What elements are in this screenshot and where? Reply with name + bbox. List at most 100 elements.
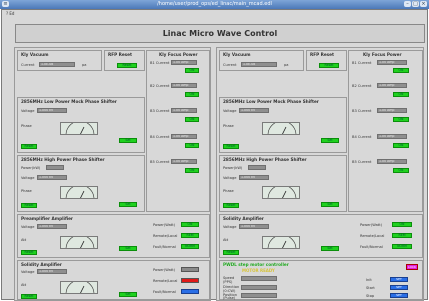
status3-indicator: NORM xyxy=(181,244,199,249)
maximize-icon[interactable]: □ xyxy=(412,1,419,7)
b3-value: 1.00 Amp xyxy=(377,108,407,113)
low-set-button[interactable]: Set xyxy=(321,138,339,143)
current-label: Current xyxy=(223,63,237,67)
init-set-button[interactable]: SET xyxy=(390,277,408,282)
panel-title: RFP Reset xyxy=(108,52,133,57)
b2-label: B2 Current xyxy=(352,84,372,88)
low-phase-shifter-panel: 2856MHz Low Power Mock Phase Shifter Vol… xyxy=(17,97,145,153)
window-title: /home/user/prod_ops/ed_linac/main_mcad.e… xyxy=(157,1,272,7)
status2-label: Remote/Local xyxy=(153,279,178,283)
b4-label: B4 Current xyxy=(352,135,372,139)
voltage-label: Voltage xyxy=(21,225,35,229)
b5-label: B5 Current xyxy=(150,160,170,164)
voltage-label: Voltage xyxy=(223,109,237,113)
att-label: Att xyxy=(223,238,229,242)
pre-reset-button[interactable]: Reset xyxy=(21,250,37,255)
voltage-label: Voltage xyxy=(223,225,237,229)
status2-indicator: REM xyxy=(392,233,412,238)
low-set-button[interactable]: Set xyxy=(119,138,137,143)
gauge-dial-icon xyxy=(267,237,297,248)
b2-on-button[interactable]: ON xyxy=(393,92,409,97)
amp-set-button[interactable]: Set xyxy=(119,292,137,297)
b1-on-button[interactable]: ON xyxy=(393,68,409,73)
b2-value: 1.00 Amp xyxy=(171,83,197,88)
high-set-button[interactable]: Set xyxy=(321,202,339,207)
window-titlebar: /home/user/prod_ops/ed_linac/main_mcad.e… xyxy=(0,0,429,9)
status3-label: Fault/Normal xyxy=(153,290,176,294)
kly-focus-power-panel: Kly Focus Power B1 Current 1.00 Amp ON B… xyxy=(348,50,423,212)
b5-on-button[interactable]: ON xyxy=(185,168,199,173)
b3-on-button[interactable]: ON xyxy=(393,117,409,122)
rfp-reset-button[interactable]: Reset xyxy=(117,63,137,68)
high-reset-button[interactable]: Reset xyxy=(21,203,37,208)
phase-gauge xyxy=(60,122,98,135)
current-label: Current xyxy=(21,63,35,67)
att-gauge xyxy=(60,281,98,294)
voltage-value: 1.000 kV xyxy=(37,224,67,229)
gauge-dial-icon xyxy=(65,237,95,248)
b5-on-button[interactable]: ON xyxy=(393,168,409,173)
menubar[interactable]: ? Ed xyxy=(6,11,14,16)
panel-title: Kly Vacuum xyxy=(223,52,251,57)
b4-on-button[interactable]: ON xyxy=(393,143,409,148)
high-reset-button[interactable]: Reset xyxy=(223,203,239,208)
solidity-amplifier-panel: Solidity Amplifier Voltage 1.000 kV Att … xyxy=(219,214,423,258)
stop-label: Stop xyxy=(366,294,375,298)
voltage-label: Voltage xyxy=(21,270,35,274)
amp-reset-button[interactable]: Reset xyxy=(21,294,37,299)
b1-on-button[interactable]: ON xyxy=(185,68,199,73)
phase-gauge xyxy=(262,122,300,135)
b5-value: 1.00 Amp xyxy=(171,159,197,164)
current-value: 1.0E-08 xyxy=(241,62,277,67)
amp-set-button[interactable]: Set xyxy=(321,246,339,251)
low-phase-shifter-panel: 2856MHz Low Power Mock Phase Shifter Vol… xyxy=(219,97,347,153)
kly-focus-power-panel: Kly Focus Power B1 Current 1.00 Amp ON B… xyxy=(146,50,210,212)
position-input[interactable] xyxy=(241,293,277,298)
b2-value: 1.00 Amp xyxy=(377,83,407,88)
amp-reset-button[interactable]: Reset xyxy=(223,250,239,255)
b4-value: 1.00 Amp xyxy=(377,134,407,139)
close-icon[interactable]: × xyxy=(420,1,427,7)
phase-label: Phase xyxy=(21,124,32,128)
page-title: Linac Micro Wave Control xyxy=(15,24,425,43)
lock-indicator[interactable]: LOCK xyxy=(406,264,418,270)
pre-set-button[interactable]: Set xyxy=(119,246,137,251)
direction-input[interactable] xyxy=(241,285,277,290)
status3-label: Fault/Normal xyxy=(153,245,176,249)
b5-label: B5 Current xyxy=(352,160,372,164)
rfp-reset-button[interactable]: Reset xyxy=(319,63,339,68)
stop-set-button[interactable]: SET xyxy=(390,293,408,298)
status1-indicator: ON xyxy=(181,222,199,227)
panel-title: Kly Vacuum xyxy=(21,52,49,57)
status2-label: Remote/Local xyxy=(360,234,385,238)
low-reset-button[interactable]: Reset xyxy=(223,144,239,149)
gauge-dial-icon xyxy=(65,123,95,134)
start-set-button[interactable]: SET xyxy=(390,285,408,290)
rfp-reset-panel: RFP Reset Reset xyxy=(306,50,347,71)
high-set-button[interactable]: Set xyxy=(119,202,137,207)
current-value: 1.0E-08 xyxy=(39,62,75,67)
rfp-reset-panel: RFP Reset Reset xyxy=(104,50,145,71)
status2-label: Remote/Local xyxy=(153,234,178,238)
status1-indicator xyxy=(181,267,199,272)
panel-title: 2856MHz Low Power Mock Phase Shifter xyxy=(223,99,319,104)
status3-indicator xyxy=(181,289,199,294)
low-reset-button[interactable]: Reset xyxy=(21,144,37,149)
b3-on-button[interactable]: ON xyxy=(185,117,199,122)
power-value xyxy=(46,165,64,170)
b4-on-button[interactable]: ON xyxy=(185,143,199,148)
window-menu-icon[interactable]: ≡ xyxy=(2,1,9,7)
voltage-value: 1.000 kV xyxy=(37,175,67,180)
b3-value: 1.00 Amp xyxy=(171,108,197,113)
status1-label: Power(Watt) xyxy=(153,223,176,227)
minimize-icon[interactable]: – xyxy=(404,1,411,7)
b2-label: B2 Current xyxy=(150,84,170,88)
speed-input[interactable] xyxy=(241,276,277,281)
panel-title: Solidity Amplifier xyxy=(21,262,62,267)
b2-on-button[interactable]: ON xyxy=(185,92,199,97)
b1-value: 1.00 Amp xyxy=(171,60,197,65)
voltage-value: 1.000 kV xyxy=(37,108,67,113)
unit-label: pa xyxy=(82,63,87,67)
position-unit: (Pulse) xyxy=(223,296,236,300)
start-label: Start xyxy=(366,286,375,290)
